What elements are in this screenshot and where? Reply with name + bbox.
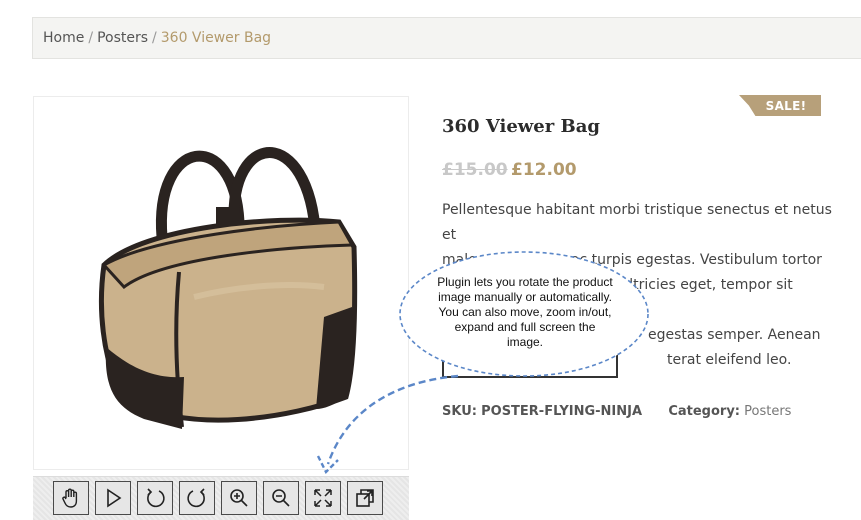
callout-text: Plugin lets you rotate the product image…: [437, 275, 613, 349]
zoom-in-button[interactable]: [221, 481, 257, 515]
zoom-out-icon: [272, 489, 290, 507]
fullscreen-button[interactable]: [347, 481, 383, 515]
fullscreen-icon: [356, 489, 374, 507]
breadcrumb-current: 360 Viewer Bag: [160, 30, 272, 46]
category-link[interactable]: Posters: [744, 404, 791, 419]
rotate-right-icon: [187, 488, 205, 508]
category-label: Category:: [668, 404, 740, 419]
breadcrumb-category-link[interactable]: Posters: [97, 30, 148, 46]
breadcrumb-separator: /: [152, 30, 157, 46]
hand-button[interactable]: [53, 481, 89, 515]
play-icon: [107, 488, 122, 508]
product-title: 360 Viewer Bag: [442, 116, 600, 137]
play-button[interactable]: [95, 481, 131, 515]
product-meta: SKU: POSTER-FLYING-NINJA Category: Poste…: [442, 404, 791, 419]
breadcrumb: Home / Posters / 360 Viewer Bag: [32, 17, 861, 59]
breadcrumb-home-link[interactable]: Home: [43, 30, 84, 46]
sale-badge: SALE!: [739, 95, 821, 116]
original-price: £15.00: [442, 160, 508, 180]
sale-price: £12.00: [511, 160, 577, 180]
expand-button[interactable]: [305, 481, 341, 515]
viewer-toolbar: [33, 476, 409, 520]
sku-value: POSTER-FLYING-NINJA: [481, 404, 643, 419]
rotate-left-button[interactable]: [137, 481, 173, 515]
callout-arrow: [316, 374, 459, 475]
rotate-right-button[interactable]: [179, 481, 215, 515]
description-line: Pellentesque habitant morbi tristique se…: [442, 202, 832, 243]
zoom-in-icon: [230, 489, 248, 507]
expand-icon: [314, 489, 332, 507]
breadcrumb-separator: /: [88, 30, 94, 46]
rotate-left-icon: [147, 488, 165, 508]
hand-icon: [62, 488, 78, 508]
zoom-out-button[interactable]: [263, 481, 299, 515]
